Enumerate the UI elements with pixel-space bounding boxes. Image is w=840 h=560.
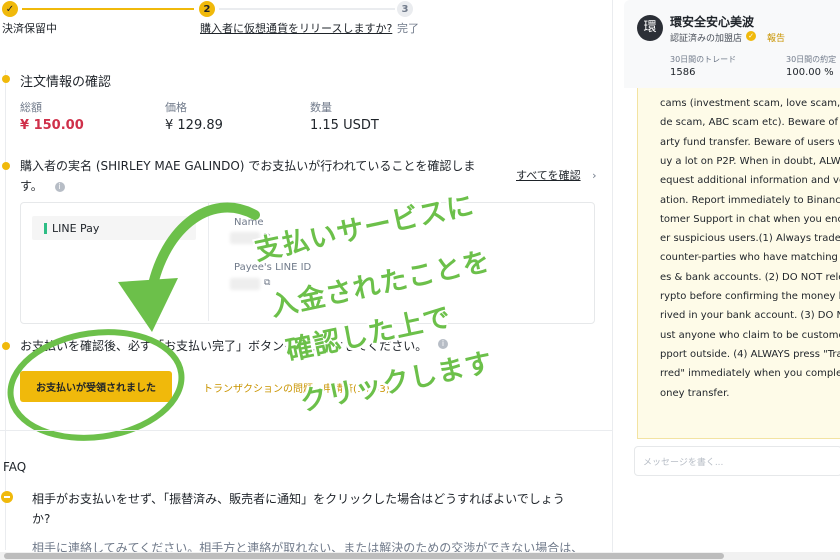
chat-notice-line: oney transfer. <box>660 387 730 399</box>
step3-label: 完了 <box>397 22 419 35</box>
info-icon: i <box>54 181 65 192</box>
chat-notice-line: es & bank accounts. (2) DO NOT releas <box>660 271 840 283</box>
chat-input-placeholder: メッセージを書く... <box>643 458 724 468</box>
panel-divider <box>612 0 613 560</box>
chat-input[interactable]: メッセージを書く... <box>634 446 840 476</box>
chat-notice-line: ation. Report immediately to Binance <box>660 194 840 206</box>
chat-notice-line: tomer Support in chat when you encou <box>660 213 840 225</box>
order-title: 注文情報の確認 <box>20 75 112 90</box>
confirm-name-text-2: す。 <box>20 179 43 193</box>
faq-question-2: か? <box>32 512 51 526</box>
payment-received-label: お支払いが受領されました <box>36 383 156 394</box>
payee-name-label: Name <box>234 217 264 228</box>
card-divider <box>208 203 209 321</box>
chat-notice-line: rred" immediately when you complete <box>660 368 840 380</box>
trades-value: 1586 <box>670 67 696 78</box>
qty-label: 数量 <box>310 101 332 114</box>
verified-label: 認証済みの加盟店 <box>670 34 743 44</box>
merchant-avatar: 環 <box>637 15 663 41</box>
payment-method-marker <box>44 223 47 234</box>
chat-notice-line: de scam, ABC scam etc). Beware of 3r <box>660 117 840 129</box>
info-icon: i <box>438 339 448 349</box>
total-value: ¥ 150.00 <box>20 118 84 133</box>
step1-check-icon: ✓ <box>2 1 18 17</box>
price-value: ¥ 129.89 <box>165 118 223 133</box>
timeline-dot <box>2 342 10 350</box>
chat-notice-line: equest additional information and ver <box>660 175 840 187</box>
chat-notice-line: er suspicious users.(1) Always trade w <box>660 233 840 245</box>
timeline-line <box>5 70 6 550</box>
chat-notice-line: pport outside. (4) ALWAYS press "Tran <box>660 348 840 360</box>
view-all-label: すべてを確認 <box>516 169 581 182</box>
payment-method-label: LINE Pay <box>52 222 100 235</box>
completion-value: 100.00 % <box>786 67 834 78</box>
payment-received-button[interactable]: お支払いが受領されました <box>20 371 172 402</box>
chevron-right-icon: › <box>592 169 597 182</box>
step2-number: 2 <box>199 1 215 17</box>
price-label: 価格 <box>165 101 187 114</box>
chat-notice-line: rypto before confirming the money ha <box>660 291 840 302</box>
chat-notice-line: ust anyone who claim to be customer <box>660 329 840 341</box>
total-label: 総額 <box>20 101 42 114</box>
collapse-icon[interactable] <box>1 491 13 503</box>
chat-notice-line: cams (investment scam, love scam, ou <box>660 98 840 109</box>
step2-label[interactable]: 購入者に仮想通貨をリリースしますか? <box>200 20 392 36</box>
completion-label: 30日間の約定 <box>786 55 837 64</box>
report-link[interactable]: 報告 <box>767 31 785 44</box>
timeline-dot <box>2 162 10 170</box>
faq-title: FAQ <box>3 460 27 474</box>
scrollbar-thumb[interactable] <box>4 553 724 559</box>
trades-label: 30日間のトレード <box>670 55 737 64</box>
qty-value: 1.15 USDT <box>310 118 379 133</box>
faq-question[interactable]: 相手がお支払いをせず、「振替済み、販売者に通知」をクリックした場合はどうすればよ… <box>32 490 565 507</box>
step1-label: 決済保留中 <box>2 22 57 35</box>
chat-notice-line: uy a lot on P2P. When in doubt, ALWAY <box>660 155 840 167</box>
timeline-dot <box>2 75 10 83</box>
chat-notice-line: counter-parties who have matching na <box>660 252 840 264</box>
confirm-name-text: 購入者の実名 (SHIRLEY MAE GALINDO) でお支払いが行われてい… <box>20 159 476 173</box>
payee-id-value-redacted <box>230 278 260 290</box>
horizontal-scrollbar[interactable] <box>0 552 840 560</box>
section-divider <box>0 430 612 431</box>
payment-method-tab[interactable]: LINE Pay <box>32 216 196 240</box>
verified-icon: ✓ <box>746 31 756 41</box>
step-connector <box>219 8 395 10</box>
collapse-icon-bar <box>4 496 10 498</box>
chat-notice-line: arty fund transfer. Beware of users wh <box>660 136 840 148</box>
step3-number: 3 <box>397 1 413 17</box>
merchant-name[interactable]: 環安全安心美波 <box>670 13 754 30</box>
confirm-name-line2: す。 i <box>20 177 65 194</box>
chat-notice-line: rived in your bank account. (3) DO NOT <box>660 310 840 322</box>
step-connector <box>22 8 194 10</box>
view-all-link[interactable]: すべてを確認 › <box>516 167 596 183</box>
